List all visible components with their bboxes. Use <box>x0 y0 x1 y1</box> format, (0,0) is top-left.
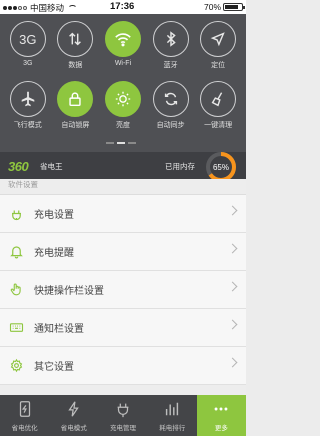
data-transfer-icon <box>57 21 94 57</box>
keyboard-icon <box>8 320 24 336</box>
tab-power-optimize[interactable]: 省电优化 <box>0 395 49 436</box>
bar-chart-icon <box>166 402 179 416</box>
wifi-icon <box>104 21 141 57</box>
tab-label: 更多 <box>214 425 228 432</box>
toggle-label: 飞行模式 <box>13 122 42 129</box>
tab-charging-management[interactable]: 充电管理 <box>98 395 147 436</box>
toggle-label: Wi-Fi <box>114 60 132 67</box>
chevron-right-icon <box>227 319 238 330</box>
chevron-right-icon <box>227 357 238 368</box>
charging-reminder-item[interactable]: 充电提醒 <box>0 233 246 271</box>
toggle-label: 3G <box>23 60 33 67</box>
plug-icon <box>117 403 129 418</box>
toggle-airplane-mode[interactable]: 飞行模式 <box>5 81 51 130</box>
quick-bar-settings-item[interactable]: 快捷操作栏设置 <box>0 271 246 309</box>
lightning-icon <box>68 401 79 417</box>
brand-name: 省电王 <box>40 162 63 171</box>
toggle-label: 自动同步 <box>156 122 185 129</box>
sync-icon <box>152 81 189 117</box>
toggle-label: 定位 <box>211 62 226 69</box>
bluetooth-icon <box>152 21 189 57</box>
battery-icon <box>223 3 245 11</box>
toggle-label: 自动锁屏 <box>61 122 90 129</box>
clock: 17:36 <box>110 1 135 12</box>
toggle-auto-lock[interactable]: 自动锁屏 <box>52 81 98 130</box>
item-label: 通知栏设置 <box>34 324 84 335</box>
charging-settings-item[interactable]: 充电设置 <box>0 195 246 233</box>
carrier-name: 中国移动 <box>30 3 65 13</box>
toggle-mobile-data[interactable]: 数据 <box>52 21 98 70</box>
signal-strength-icon <box>3 6 27 10</box>
item-label: 其它设置 <box>34 362 74 373</box>
toggle-label: 亮度 <box>115 122 130 129</box>
item-label: 充电提醒 <box>34 248 74 259</box>
toggle-brightness[interactable]: 亮度 <box>100 81 146 130</box>
chevron-right-icon <box>227 205 238 216</box>
toggle-bluetooth[interactable]: 蓝牙 <box>148 21 194 70</box>
toggle-auto-sync[interactable]: 自动同步 <box>148 81 194 130</box>
toggle-label: 数据 <box>68 62 83 69</box>
toggle-location[interactable]: 定位 <box>195 21 241 70</box>
tab-label: 充电管理 <box>110 425 136 432</box>
lock-icon <box>57 81 94 117</box>
notification-bar-settings-item[interactable]: 通知栏设置 <box>0 309 246 347</box>
tab-power-ranking[interactable]: 耗电排行 <box>148 395 197 436</box>
chevron-right-icon <box>227 281 238 292</box>
tab-label: 省电优化 <box>11 425 38 432</box>
tab-label: 耗电排行 <box>159 425 186 432</box>
airplane-icon <box>9 81 46 117</box>
toggle-wifi[interactable]: Wi-Fi <box>100 21 146 70</box>
section-title: 软件设置 <box>8 180 38 189</box>
3g-icon: 3G <box>9 21 46 57</box>
item-label: 快捷操作栏设置 <box>34 286 104 297</box>
bell-icon <box>8 244 24 260</box>
status-bar: 中国移动 17:36 70% <box>0 0 246 14</box>
toggle-label: 蓝牙 <box>163 62 178 69</box>
bottom-tab-bar: 省电优化 省电模式 充电管理 耗电排行 更多 <box>0 395 247 436</box>
item-label: 充电设置 <box>34 210 74 221</box>
chevron-right-icon <box>227 243 238 254</box>
other-settings-item[interactable]: 其它设置 <box>0 347 246 385</box>
broom-icon <box>200 81 237 117</box>
gear-icon <box>8 358 24 374</box>
one-tap-clean-button[interactable]: 一键清理 <box>195 81 241 130</box>
brightness-sun-icon <box>104 81 141 117</box>
memory-label: 已用内存 <box>165 162 195 171</box>
memory-percent: 65% <box>213 163 229 172</box>
battery-percent: 70% <box>203 2 221 12</box>
plug-icon <box>8 206 24 222</box>
tab-label: 省电模式 <box>60 425 87 432</box>
tab-more[interactable]: 更多 <box>196 395 247 436</box>
more-dots-icon <box>215 407 228 411</box>
quick-settings-panel: 3G 3G 数据 Wi-Fi 蓝牙 定位 飞行模式 自动锁屏 亮度 自动同步 一… <box>0 14 246 182</box>
phone-battery-icon <box>19 401 30 417</box>
toggle-label: 一键清理 <box>204 122 233 129</box>
brand-logo: 360 <box>8 159 29 174</box>
page-indicator <box>106 142 136 144</box>
tab-power-mode[interactable]: 省电模式 <box>49 395 98 436</box>
settings-area: 软件设置 充电设置 充电提醒 快捷操作栏设置 通知栏设置 其它设置 <box>0 179 246 395</box>
toggle-3g[interactable]: 3G 3G <box>5 21 51 70</box>
hand-pointer-icon <box>8 282 24 298</box>
wifi-status-icon <box>68 4 78 12</box>
location-arrow-icon <box>200 21 237 57</box>
settings-list: 充电设置 充电提醒 快捷操作栏设置 通知栏设置 其它设置 <box>0 194 246 385</box>
